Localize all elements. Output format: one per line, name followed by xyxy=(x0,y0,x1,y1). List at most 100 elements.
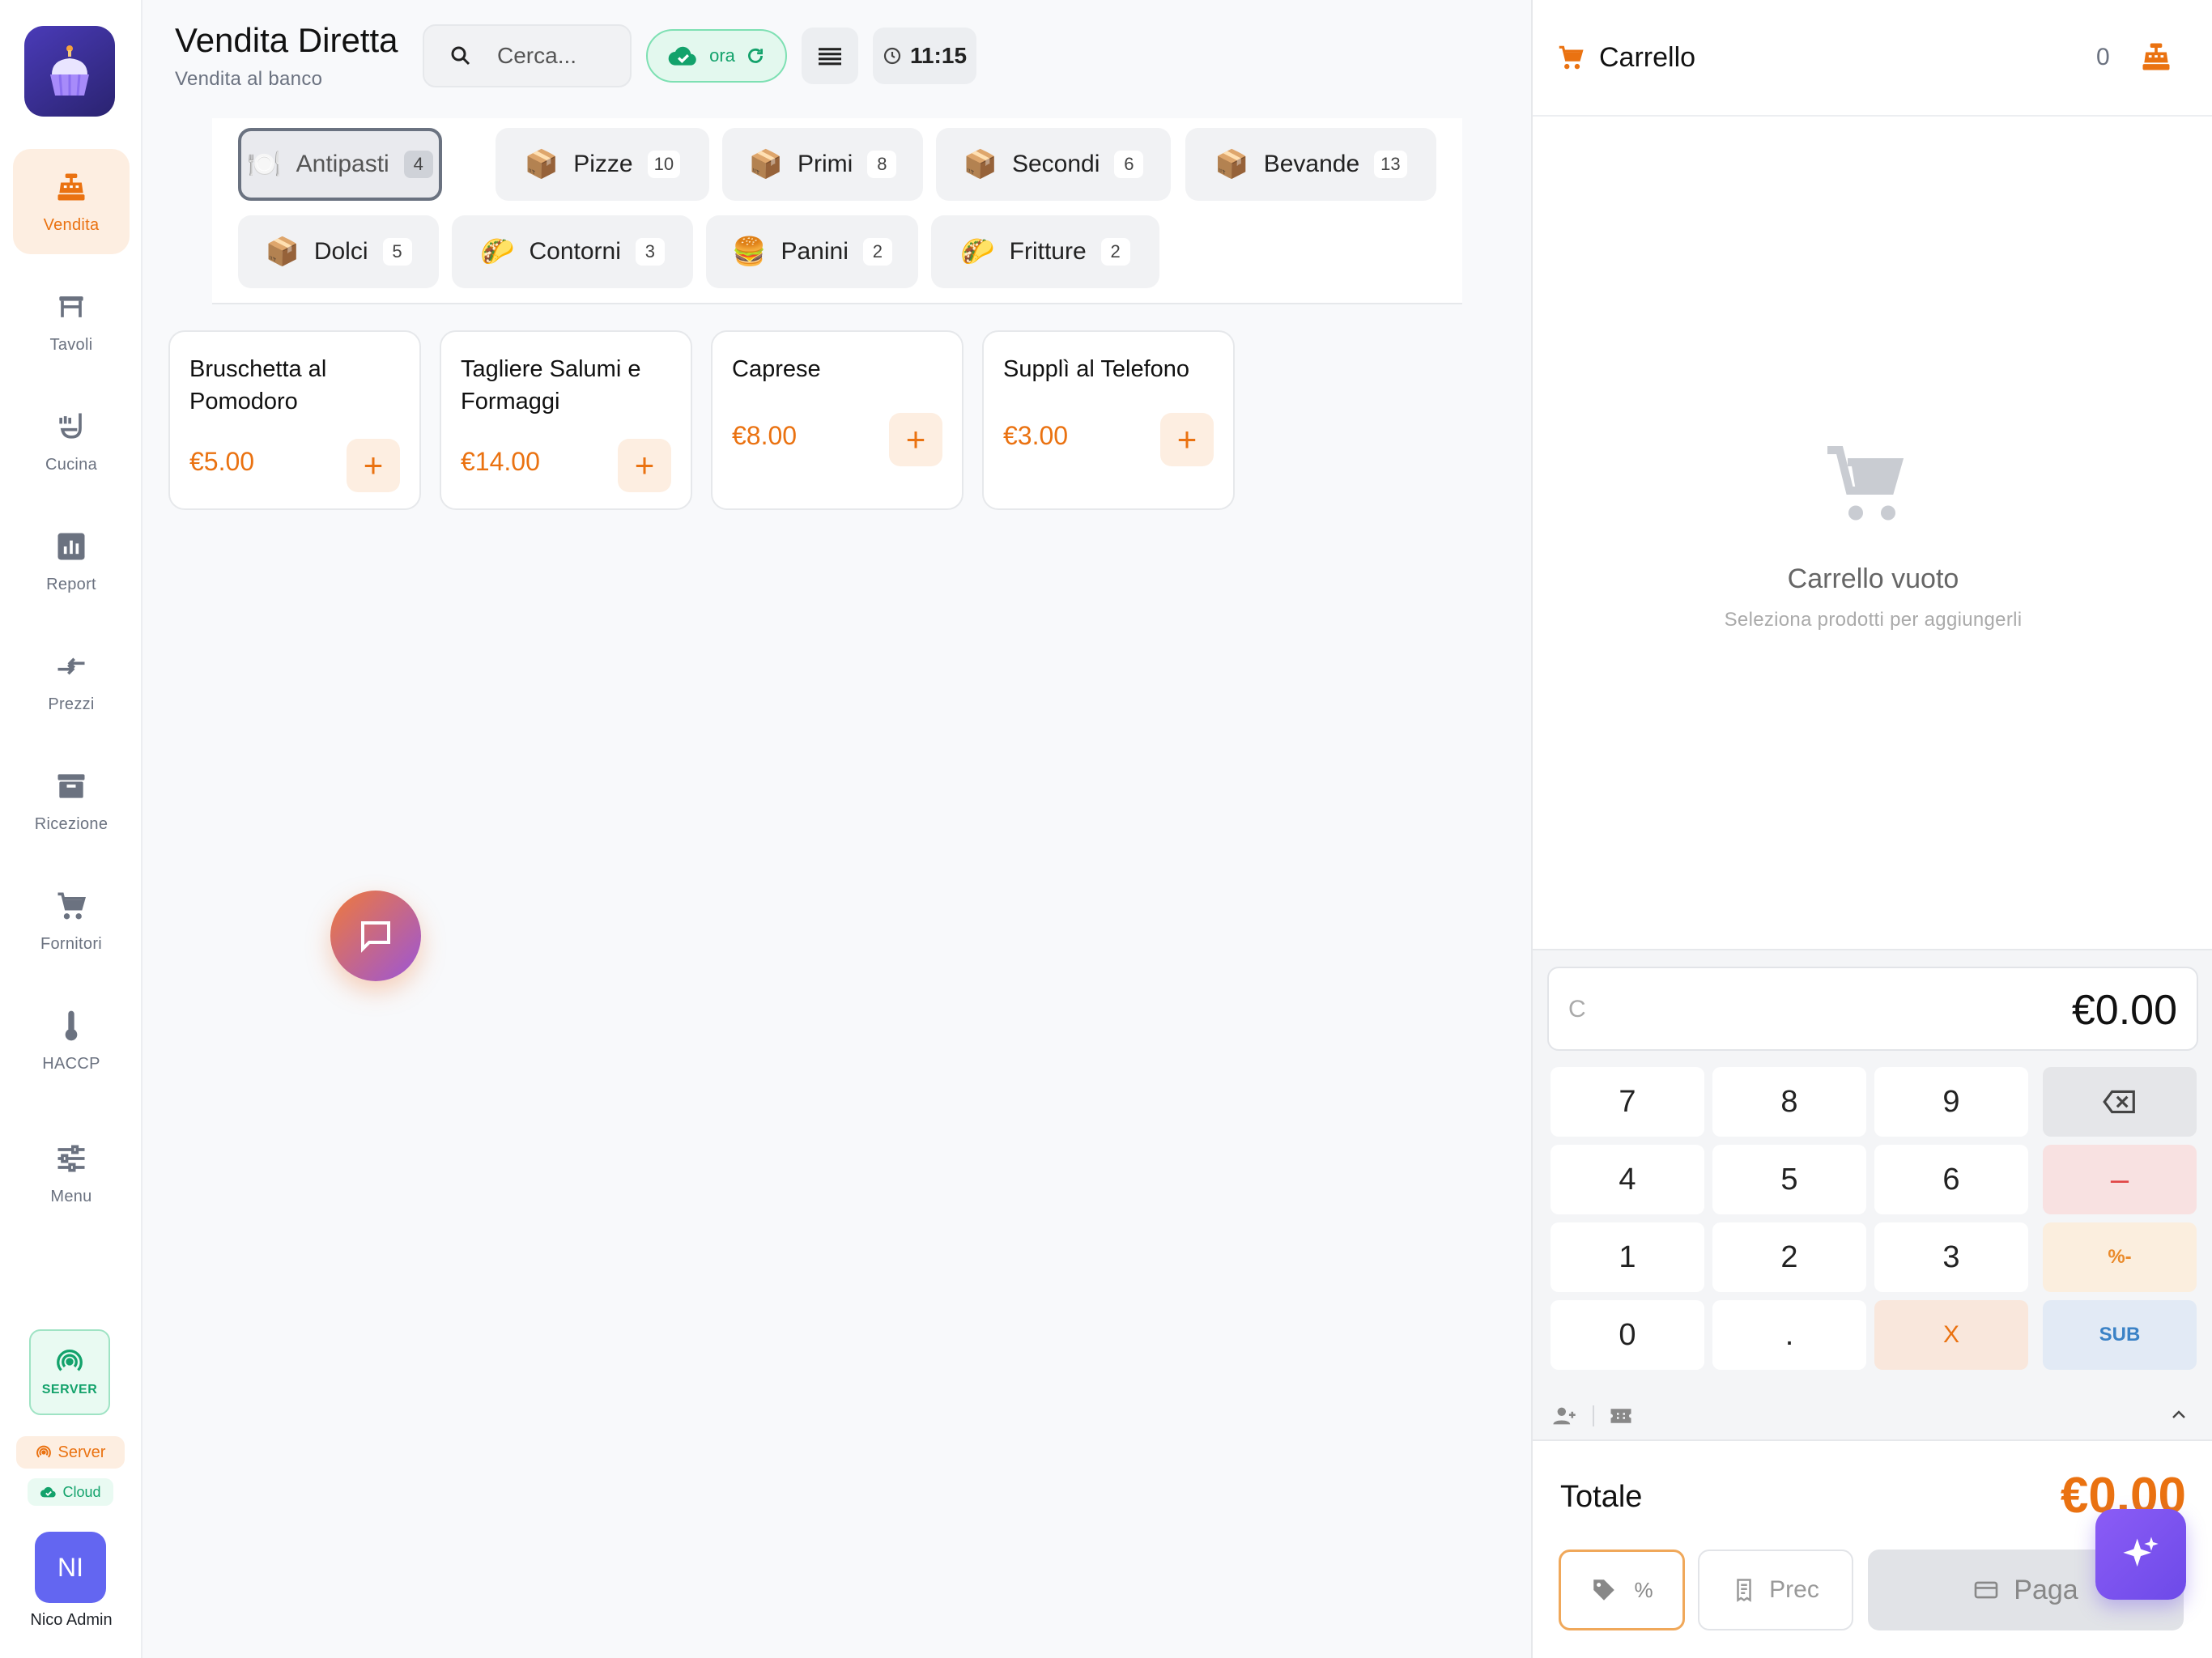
nav-report[interactable]: Report xyxy=(13,508,130,614)
ticket-icon[interactable] xyxy=(1609,1405,1633,1426)
key-1[interactable]: 1 xyxy=(1551,1222,1704,1292)
category-count: 4 xyxy=(403,151,433,178)
add-to-cart-button[interactable]: + xyxy=(618,439,671,492)
backspace-key[interactable] xyxy=(2043,1067,2197,1137)
server-pill: Server xyxy=(16,1436,125,1469)
category-count: 3 xyxy=(635,238,665,266)
minus-key[interactable]: – xyxy=(2043,1145,2197,1214)
sync-status-button[interactable]: ora xyxy=(646,29,787,83)
clear-key[interactable]: C xyxy=(1568,996,1586,1023)
receipt-icon xyxy=(1737,1579,1751,1602)
clock-time: 11:15 xyxy=(909,43,968,68)
product-card[interactable]: Caprese €8.00 + xyxy=(711,330,963,510)
tag-icon xyxy=(1593,1579,1615,1601)
cart-tools-bar xyxy=(1533,1389,2212,1441)
product-card[interactable]: Bruschetta al Pomodoro €5.00 + xyxy=(168,330,421,510)
nav-cucina[interactable]: Cucina xyxy=(13,389,130,494)
nav-label: HACCP xyxy=(42,1054,100,1073)
category-count: 8 xyxy=(867,151,897,178)
key-3[interactable]: 3 xyxy=(1874,1222,2028,1292)
cash-register-icon[interactable] xyxy=(2138,39,2174,74)
search-icon xyxy=(451,46,470,66)
total-label: Totale xyxy=(1560,1480,1643,1514)
empty-cart-title: Carrello vuoto xyxy=(1787,563,1959,594)
cart-panel: Carrello 0 Carrello vuoto Seleziona prod… xyxy=(1531,0,2212,1658)
product-name: Caprese xyxy=(732,356,821,382)
prec-label: Prec xyxy=(1769,1576,1819,1603)
nav-haccp[interactable]: HACCP xyxy=(13,988,130,1093)
key-0[interactable]: 0 xyxy=(1551,1300,1704,1370)
category-emoji: 🌮 xyxy=(960,236,995,267)
search-box[interactable] xyxy=(423,24,632,87)
nav-prezzi[interactable]: Prezzi xyxy=(13,628,130,733)
nav-menu[interactable]: Menu xyxy=(13,1120,130,1226)
category-pizze[interactable]: 📦 Pizze 10 xyxy=(496,128,709,201)
product-card[interactable]: Tagliere Salumi e Formaggi €14.00 + xyxy=(440,330,692,510)
list-menu-button[interactable] xyxy=(802,28,858,84)
category-name: Panini xyxy=(781,238,849,265)
key-8[interactable]: 8 xyxy=(1712,1067,1866,1137)
key-5[interactable]: 5 xyxy=(1712,1145,1866,1214)
key-7[interactable]: 7 xyxy=(1551,1067,1704,1137)
key-9[interactable]: 9 xyxy=(1874,1067,2028,1137)
category-count: 10 xyxy=(647,151,681,178)
discount-label: % xyxy=(1634,1577,1653,1602)
divider xyxy=(1593,1405,1594,1426)
product-price: €14.00 xyxy=(461,447,540,476)
category-bevande[interactable]: 📦 Bevande 13 xyxy=(1185,128,1436,201)
discount-button[interactable]: % xyxy=(1559,1550,1685,1630)
nav-label: Tavoli xyxy=(49,335,93,354)
plus-icon: + xyxy=(1176,420,1197,458)
previous-receipt-button[interactable]: Prec xyxy=(1698,1550,1853,1630)
category-emoji: 📦 xyxy=(265,236,300,267)
server-status-button[interactable]: SERVER xyxy=(29,1329,110,1415)
category-emoji: 🌮 xyxy=(480,236,515,267)
category-name: Fritture xyxy=(1009,238,1087,265)
key-2[interactable]: 2 xyxy=(1712,1222,1866,1292)
multiply-key[interactable]: X xyxy=(1874,1300,2028,1370)
add-to-cart-button[interactable]: + xyxy=(889,413,942,466)
nav-tavoli[interactable]: Tavoli xyxy=(13,269,130,374)
nav-fornitori[interactable]: Fornitori xyxy=(13,868,130,973)
chat-bubble-icon xyxy=(361,921,390,953)
search-input[interactable] xyxy=(497,43,619,69)
cash-register-icon xyxy=(57,173,85,200)
chevron-up-icon[interactable] xyxy=(2167,1405,2190,1425)
chat-button[interactable] xyxy=(330,891,421,981)
category-emoji: 🍽️ xyxy=(247,149,282,180)
avatar[interactable]: NI xyxy=(35,1532,106,1603)
category-name: Dolci xyxy=(313,238,368,265)
category-panini[interactable]: 🍔 Panini 2 xyxy=(706,215,918,288)
subtotal-key[interactable]: SUB xyxy=(2043,1300,2197,1370)
cloud-pill: Cloud xyxy=(28,1478,113,1506)
ai-assistant-button[interactable] xyxy=(2095,1509,2186,1600)
sync-label: ora xyxy=(709,45,735,66)
key-dot[interactable]: . xyxy=(1712,1300,1866,1370)
product-name: Tagliere Salumi e Formaggi xyxy=(461,356,641,414)
ladle-icon xyxy=(59,413,82,439)
clock-button[interactable]: 11:15 xyxy=(873,28,976,84)
category-primi[interactable]: 📦 Primi 8 xyxy=(722,128,923,201)
cart-icon xyxy=(57,892,87,919)
add-to-cart-button[interactable]: + xyxy=(1160,413,1214,466)
add-user-icon[interactable] xyxy=(1552,1405,1580,1426)
clock-icon xyxy=(883,47,901,65)
category-emoji: 🍔 xyxy=(732,236,767,267)
product-card[interactable]: Supplì al Telefono €3.00 + xyxy=(982,330,1235,510)
percent-discount-key[interactable]: %- xyxy=(2043,1222,2197,1292)
key-6[interactable]: 6 xyxy=(1874,1145,2028,1214)
nav-ricezione[interactable]: Ricezione xyxy=(13,748,130,853)
category-antipasti[interactable]: 🍽️ Antipasti 4 xyxy=(238,128,442,201)
category-contorni[interactable]: 🌮 Contorni 3 xyxy=(452,215,693,288)
category-fritture[interactable]: 🌮 Fritture 2 xyxy=(931,215,1159,288)
nav-vendita[interactable]: Vendita xyxy=(13,149,130,254)
bar-chart-icon xyxy=(57,533,85,559)
add-to-cart-button[interactable]: + xyxy=(347,439,400,492)
server-box-label: SERVER xyxy=(41,1383,98,1397)
cart-icon xyxy=(1559,45,1584,70)
user-name: Nico Admin xyxy=(30,1611,113,1629)
category-dolci[interactable]: 📦 Dolci 5 xyxy=(238,215,439,288)
key-4[interactable]: 4 xyxy=(1551,1145,1704,1214)
category-secondi[interactable]: 📦 Secondi 6 xyxy=(936,128,1171,201)
app-logo[interactable] xyxy=(24,26,115,117)
